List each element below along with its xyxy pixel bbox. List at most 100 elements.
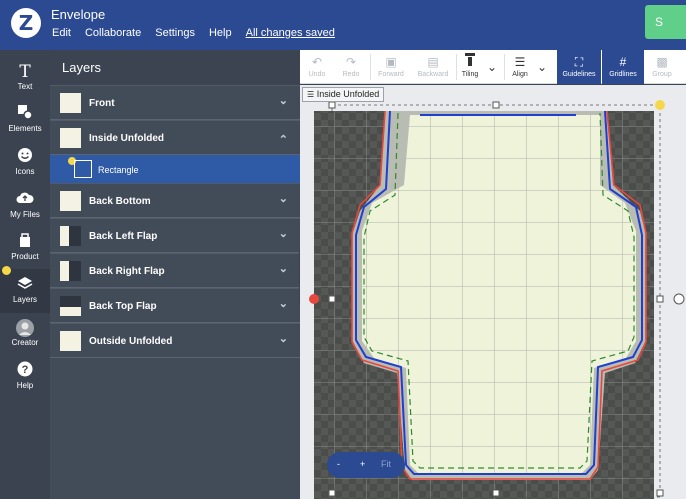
guidelines-label: Guidelines: [562, 71, 596, 78]
elements-icon: [0, 104, 50, 124]
panel-title: Layers: [50, 50, 300, 85]
chevron-down-icon[interactable]: ⌄: [279, 297, 288, 310]
layer-label: Outside Unfolded: [89, 336, 173, 347]
guidelines-button[interactable]: ⛶ Guidelines: [557, 50, 601, 84]
document-title[interactable]: Envelope: [51, 7, 105, 22]
layer-row[interactable]: Front ⌄: [50, 85, 300, 120]
group-label: Group: [652, 71, 672, 78]
zoom-in-button[interactable]: +: [360, 459, 365, 469]
zoom-out-button[interactable]: -: [337, 459, 340, 469]
gridlines-button[interactable]: # Gridlines: [602, 50, 644, 84]
rotate-icon[interactable]: [673, 293, 685, 305]
layer-row[interactable]: Back Top Flap ⌄: [50, 288, 300, 323]
text-icon: T: [19, 62, 31, 82]
chevron-up-icon[interactable]: ⌃: [279, 133, 288, 146]
rail-label: Icons: [15, 167, 35, 176]
tiling-dropdown[interactable]: ⌄: [484, 50, 500, 84]
rail-label: Text: [17, 82, 33, 91]
group-button[interactable]: ▩ Group: [646, 50, 678, 84]
layer-thumbnail: [60, 331, 81, 351]
chevron-down-icon[interactable]: ⌄: [279, 192, 288, 205]
selection-dot: [655, 100, 665, 110]
layer-thumbnail: [60, 93, 81, 113]
rail-help[interactable]: ? Help: [0, 355, 50, 399]
resize-handle[interactable]: [328, 489, 336, 497]
rail-creator[interactable]: Creator: [0, 312, 50, 356]
layer-label: Front: [89, 98, 115, 109]
delete-icon[interactable]: [309, 294, 319, 304]
tiling-button[interactable]: Tiling: [458, 50, 482, 84]
design-canvas[interactable]: [300, 85, 686, 499]
resize-handle[interactable]: [656, 489, 664, 497]
top-bar: Z Envelope Edit Collaborate Settings Hel…: [0, 0, 686, 50]
rail-layers[interactable]: Layers: [0, 269, 50, 313]
redo-button[interactable]: ↷ Redo: [334, 50, 368, 84]
chevron-down-icon[interactable]: ⌄: [279, 227, 288, 240]
layer-row[interactable]: Back Bottom ⌄: [50, 183, 300, 218]
zazzle-logo[interactable]: Z: [11, 8, 41, 38]
rail-my-files[interactable]: My Files: [0, 184, 50, 228]
undo-icon: ↶: [311, 55, 323, 69]
grid-icon: #: [619, 55, 627, 69]
guidelines-icon: ⛶: [574, 55, 584, 69]
svg-text:?: ?: [22, 364, 29, 376]
resize-handle[interactable]: [492, 101, 500, 109]
toolbar-divider: [456, 54, 457, 80]
rail-text[interactable]: T Text: [0, 56, 50, 100]
rail-label: Elements: [8, 124, 42, 133]
smiley-icon: [0, 147, 50, 167]
layers-icon: [0, 275, 50, 295]
resize-handle[interactable]: [492, 489, 500, 497]
selected-layer-tag[interactable]: ☰ Inside Unfolded: [302, 87, 385, 102]
menu-bar: Edit Collaborate Settings Help All chang…: [52, 27, 349, 39]
avatar: [0, 318, 50, 338]
zoom-fit-button[interactable]: Fit: [381, 459, 391, 469]
resize-handle[interactable]: [328, 101, 336, 109]
menu-edit[interactable]: Edit: [52, 27, 71, 39]
layer-label: Back Left Flap: [89, 231, 158, 242]
rail-product[interactable]: Product: [0, 226, 50, 270]
rail-label: Product: [11, 252, 39, 261]
align-icon: ☰: [514, 55, 526, 69]
chevron-down-icon[interactable]: ⌄: [279, 262, 288, 275]
rail-label: Layers: [12, 295, 37, 304]
menu-help[interactable]: Help: [209, 27, 232, 39]
product-icon: [0, 232, 50, 252]
rail-icons[interactable]: Icons: [0, 141, 50, 185]
zoom-control: - + Fit: [327, 452, 405, 478]
chevron-down-icon: ⌄: [486, 60, 498, 74]
send-backward-icon: ▤: [427, 55, 439, 69]
envelope-artboard[interactable]: [300, 85, 686, 499]
layer-row[interactable]: Back Right Flap ⌄: [50, 253, 300, 288]
chevron-down-icon[interactable]: ⌄: [279, 94, 288, 107]
redo-icon: ↷: [345, 55, 357, 69]
rectangle-thumbnail: [74, 160, 92, 178]
layer-thumbnail: [60, 128, 81, 148]
layer-row[interactable]: Back Left Flap ⌄: [50, 218, 300, 253]
layer-thumbnail: [60, 261, 81, 281]
layer-thumbnail: [60, 191, 81, 211]
layer-label: Back Top Flap: [89, 301, 157, 312]
save-status-link[interactable]: All changes saved: [246, 27, 335, 39]
chevron-down-icon: ⌄: [536, 60, 548, 74]
undo-button[interactable]: ↶ Undo: [300, 50, 334, 84]
menu-collaborate[interactable]: Collaborate: [85, 27, 141, 39]
backward-button[interactable]: ▤ Backward: [412, 50, 454, 84]
layer-row[interactable]: Outside Unfolded ⌄: [50, 323, 300, 358]
gridlines-label: Gridlines: [609, 71, 637, 78]
notification-dot: [2, 266, 11, 275]
layer-label: Back Bottom: [89, 196, 151, 207]
save-button[interactable]: S: [645, 5, 686, 39]
resize-handle[interactable]: [328, 295, 336, 303]
layer-sub-item[interactable]: Rectangle: [50, 155, 300, 183]
align-button[interactable]: ☰ Align: [508, 50, 532, 84]
layer-row[interactable]: Inside Unfolded ⌃: [50, 120, 300, 155]
align-label: Align: [512, 71, 528, 78]
chevron-down-icon[interactable]: ⌄: [279, 332, 288, 345]
tiling-icon: [458, 53, 482, 71]
menu-settings[interactable]: Settings: [155, 27, 195, 39]
resize-handle[interactable]: [656, 295, 664, 303]
align-dropdown[interactable]: ⌄: [534, 50, 550, 84]
rail-elements[interactable]: Elements: [0, 98, 50, 142]
forward-button[interactable]: ▣ Forward: [372, 50, 410, 84]
